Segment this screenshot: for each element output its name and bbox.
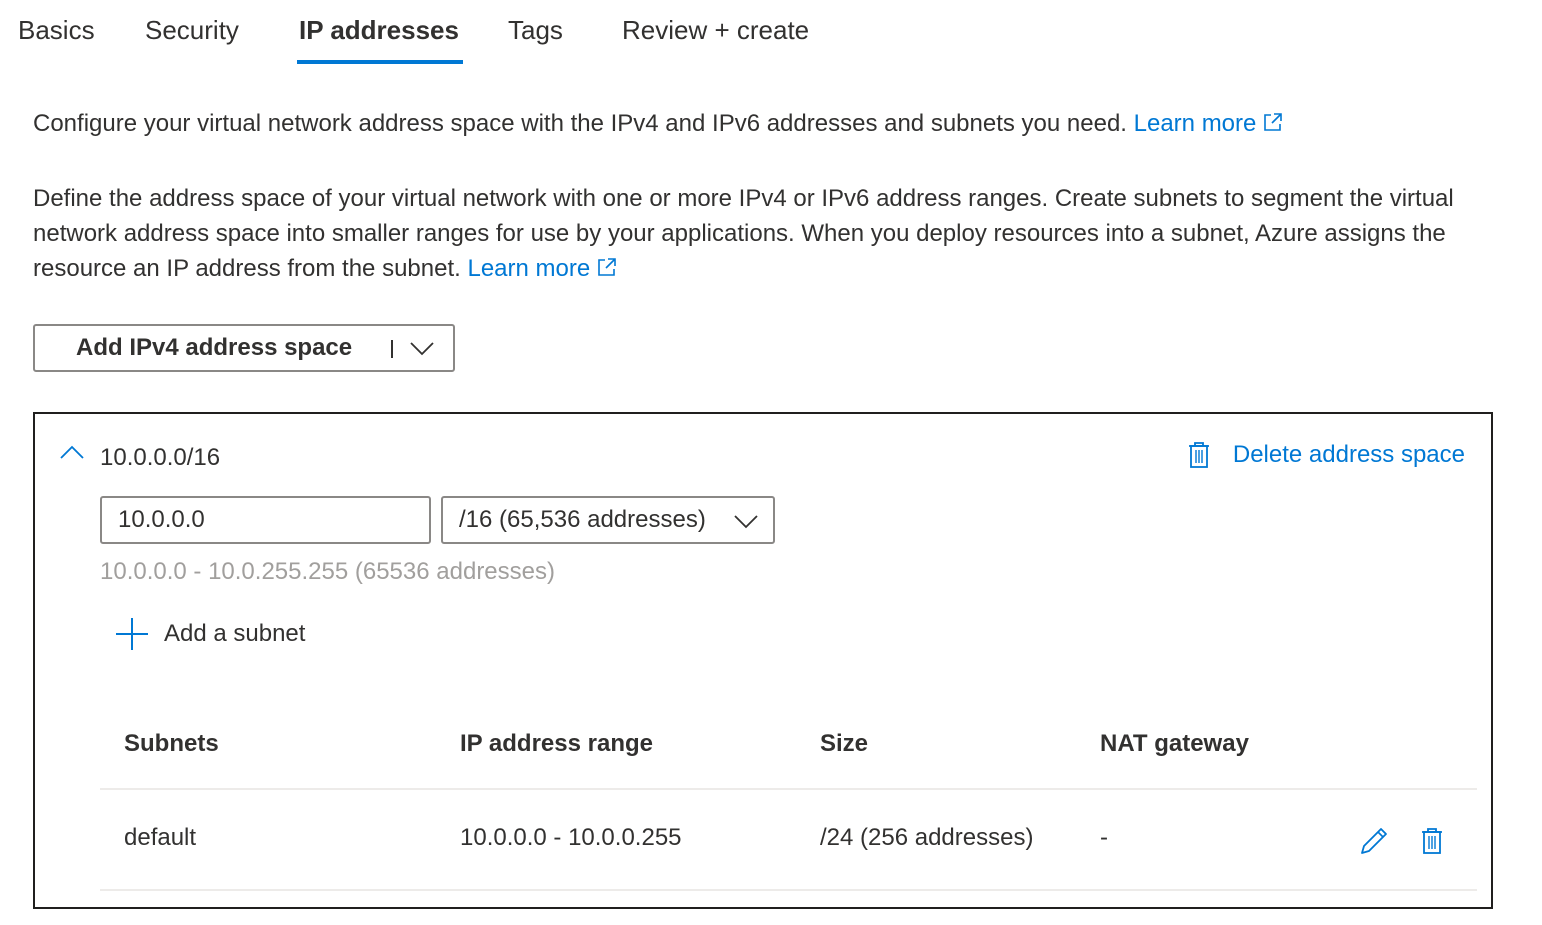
address-input[interactable]: [100, 496, 431, 544]
external-link-icon: [598, 258, 617, 276]
chevron-up-icon[interactable]: [59, 444, 85, 460]
description-text: Define the address space of your virtual…: [33, 181, 1523, 286]
learn-more-label: Learn more: [1133, 110, 1257, 137]
chevron-down-icon[interactable]: [409, 338, 435, 358]
address-range-hint: 10.0.0.0 - 10.0.255.255 (65536 addresses…: [100, 558, 555, 585]
column-header-ip-range: IP address range: [460, 730, 653, 757]
delete-address-space-label: Delete address space: [1232, 441, 1465, 468]
tab-basics[interactable]: Basics: [18, 12, 95, 64]
intro-text: Configure your virtual network address s…: [33, 106, 1284, 141]
address-space-title: 10.0.0.0/16: [100, 444, 221, 471]
edit-pencil-icon[interactable]: [1359, 826, 1389, 856]
intro-description: Configure your virtual network address s…: [33, 110, 1127, 137]
subnet-name-link[interactable]: default: [124, 824, 196, 852]
add-ipv4-address-space-label: Add IPv4 address space: [76, 334, 353, 361]
table-row: default 10.0.0.0 - 10.0.0.255 /24 (256 a…: [100, 790, 1477, 891]
chevron-down-icon: [734, 515, 758, 529]
prefix-size-dropdown[interactable]: /16 (65,536 addresses): [441, 496, 775, 544]
tab-ip-addresses[interactable]: IP addresses: [297, 12, 463, 64]
subnet-table: Subnets IP address range Size NAT gatewa…: [100, 706, 1477, 891]
address-space-panel: 10.0.0.0/16 Delete address space /16 (65…: [33, 412, 1493, 909]
split-divider: [391, 340, 393, 358]
subnet-ip-range: 10.0.0.0 - 10.0.0.255: [460, 824, 682, 851]
row-actions: [1359, 826, 1443, 856]
delete-address-space-button[interactable]: Delete address space: [1187, 441, 1465, 469]
column-header-nat-gateway: NAT gateway: [1100, 730, 1249, 757]
add-subnet-button[interactable]: Add a subnet: [115, 617, 305, 651]
plus-icon: [116, 618, 148, 650]
trash-icon: [1188, 442, 1209, 468]
tab-security[interactable]: Security: [145, 12, 239, 64]
add-ipv4-address-space-button[interactable]: Add IPv4 address space: [33, 324, 455, 372]
subnet-nat-gateway: -: [1100, 824, 1108, 851]
table-header: Subnets IP address range Size NAT gatewa…: [100, 706, 1477, 790]
learn-more-label-2: Learn more: [467, 255, 591, 282]
wizard-tabs: Basics Security IP addresses Tags Review…: [0, 0, 900, 66]
add-subnet-label: Add a subnet: [164, 620, 306, 647]
tab-review-create[interactable]: Review + create: [622, 12, 809, 64]
subnet-size: /24 (256 addresses): [820, 824, 1034, 851]
external-link-icon: [1264, 113, 1283, 131]
description-body: Define the address space of your virtual…: [33, 185, 1454, 282]
delete-subnet-trash-icon[interactable]: [1421, 827, 1443, 855]
prefix-size-value: /16 (65,536 addresses): [459, 506, 706, 533]
column-header-size: Size: [820, 730, 869, 757]
column-header-subnets: Subnets: [124, 730, 219, 757]
learn-more-link[interactable]: Learn more: [1134, 110, 1285, 137]
tab-tags[interactable]: Tags: [508, 12, 563, 64]
learn-more-link-2[interactable]: Learn more: [467, 255, 618, 282]
